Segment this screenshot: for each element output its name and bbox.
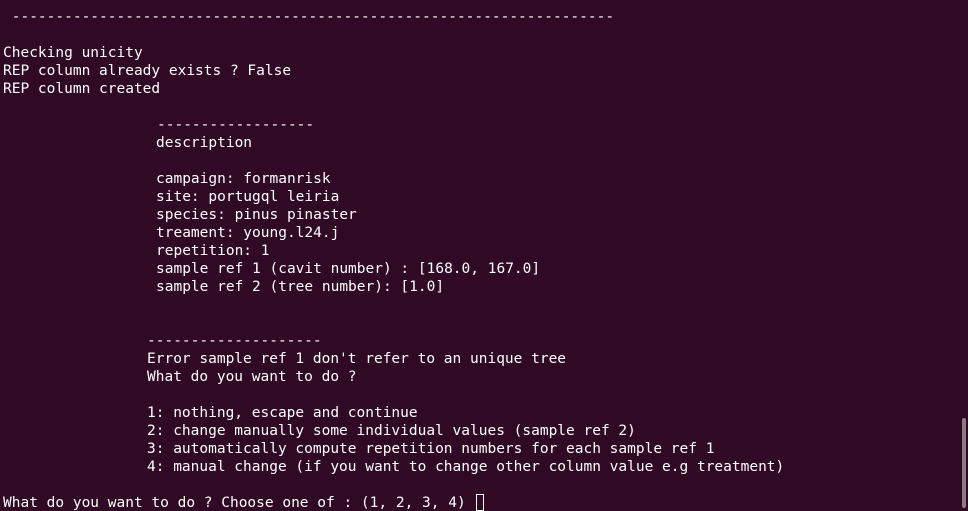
treatment-line: treament: young.l24.j [156, 225, 340, 241]
site-line: site: portugql leiria [156, 189, 340, 205]
description-title: description [156, 135, 253, 151]
sample-ref-1-line: sample ref 1 (cavit number) : [168.0, 16… [156, 261, 541, 277]
scrollbar-thumb[interactable] [962, 418, 966, 508]
text-cursor[interactable] [476, 494, 485, 511]
rep-created-line: REP column created [3, 81, 161, 97]
error-separator: -------------------- [147, 333, 322, 349]
option-3: 3: automatically compute repetition numb… [147, 441, 715, 457]
error-message: Error sample ref 1 don't refer to an uni… [147, 351, 567, 367]
description-separator: ------------------ [157, 117, 315, 133]
option-2: 2: change manually some individual value… [147, 423, 636, 439]
top-separator: ----------------------------------------… [3, 9, 615, 25]
rep-exists-line: REP column already exists ? False [3, 63, 292, 79]
option-4: 4: manual change (if you want to change … [147, 459, 785, 475]
question-line: What do you want to do ? [147, 369, 357, 385]
sample-ref-2-line: sample ref 2 (tree number): [1.0] [156, 279, 445, 295]
checking-line: Checking unicity [3, 45, 143, 61]
terminal-window[interactable]: ----------------------------------------… [0, 0, 968, 511]
option-1: 1: nothing, escape and continue [147, 405, 418, 421]
species-line: species: pinus pinaster [156, 207, 357, 223]
prompt-text: What do you want to do ? Choose one of :… [3, 495, 466, 511]
campaign-line: campaign: formanrisk [156, 171, 331, 187]
repetition-line: repetition: 1 [156, 243, 270, 259]
input-prompt-line[interactable]: What do you want to do ? Choose one of :… [3, 494, 485, 511]
